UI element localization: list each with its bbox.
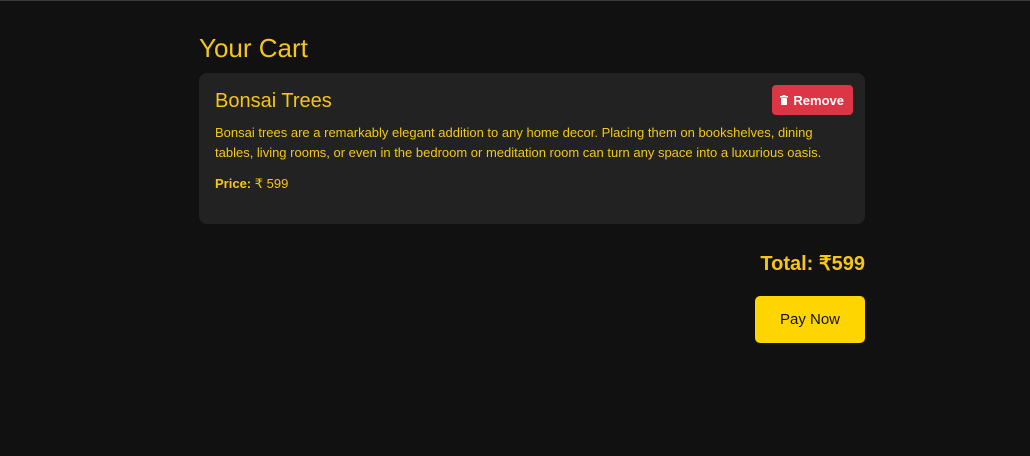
item-description: Bonsai trees are a remarkably elegant ad… — [215, 125, 822, 160]
cart-summary: Total: ₹599 Pay Now — [199, 251, 865, 343]
page-title: Your Cart — [199, 33, 308, 63]
price-value: ₹ 599 — [254, 176, 289, 191]
item-price: Price: ₹ 599 — [215, 175, 849, 193]
remove-button[interactable]: Remove — [772, 85, 853, 115]
top-border — [0, 0, 1030, 1]
remove-label: Remove — [793, 92, 844, 108]
item-name: Bonsai Trees — [215, 90, 332, 112]
pay-now-button[interactable]: Pay Now — [755, 296, 865, 343]
trash-icon — [780, 95, 789, 105]
cart-page: Your Cart Bonsai Trees Remove Bonsai tre… — [199, 30, 865, 224]
total-amount: Total: ₹599 — [760, 253, 865, 275]
price-label: Price: — [215, 176, 252, 191]
cart-item-card: Bonsai Trees Remove Bonsai trees are a r… — [199, 73, 865, 224]
